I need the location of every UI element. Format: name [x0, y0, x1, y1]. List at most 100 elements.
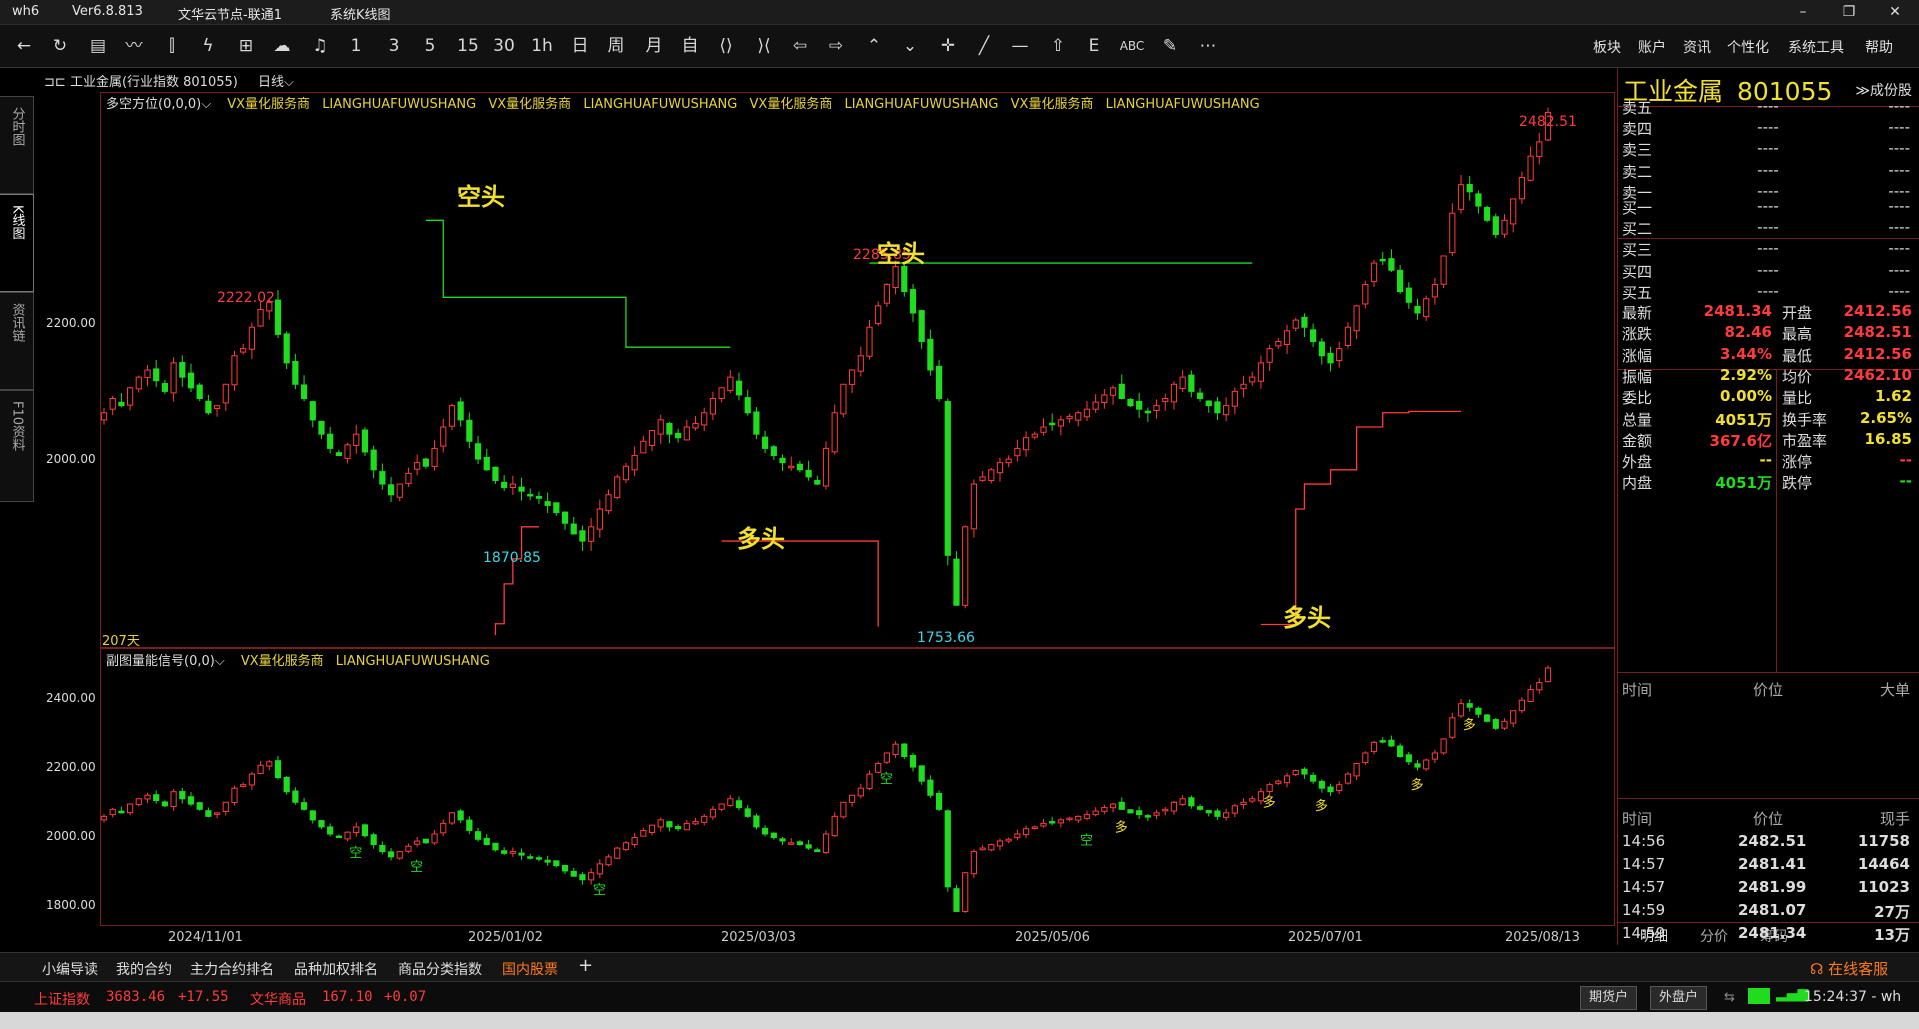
main-candle[interactable] [692, 416, 699, 431]
sub-candle[interactable] [657, 817, 664, 832]
sub-candle[interactable] [1240, 798, 1247, 809]
main-candle[interactable] [309, 400, 316, 428]
sub-candle[interactable] [300, 797, 308, 811]
sub-candle[interactable] [457, 808, 464, 824]
sub-candle[interactable] [727, 795, 734, 807]
sub-candle[interactable] [509, 847, 516, 857]
sub-candle[interactable] [1118, 797, 1125, 810]
main-candle[interactable] [170, 357, 177, 402]
sub-candle[interactable] [335, 834, 342, 839]
main-candle[interactable] [1397, 264, 1404, 294]
sub-candle[interactable] [1379, 736, 1386, 744]
main-candle[interactable] [935, 360, 943, 402]
sub-candle[interactable] [318, 820, 325, 830]
sub-candle[interactable] [1005, 837, 1012, 844]
sub-candle[interactable] [848, 794, 856, 807]
sub-candle[interactable] [492, 842, 499, 852]
sub-candle[interactable] [944, 809, 951, 892]
sub-candle[interactable] [1466, 699, 1473, 712]
sub-candle[interactable] [1353, 762, 1360, 781]
main-candle[interactable] [153, 360, 160, 388]
sub-candle[interactable] [979, 845, 986, 851]
sub-candle[interactable] [614, 846, 621, 860]
main-candle[interactable] [979, 471, 986, 482]
sub-candle[interactable] [1318, 779, 1325, 793]
sub-candle[interactable] [561, 864, 569, 875]
restore-button[interactable]: ❐ [1826, 0, 1872, 24]
sub-candle[interactable] [683, 819, 690, 831]
main-candle[interactable] [1431, 277, 1439, 305]
sub-candle[interactable] [1109, 802, 1117, 813]
sub-candle[interactable] [1527, 684, 1534, 703]
main-candle[interactable] [605, 489, 612, 515]
sub-candle[interactable] [1431, 749, 1439, 764]
main-candle[interactable] [1527, 146, 1534, 182]
sub-candle[interactable] [283, 776, 290, 795]
main-candle[interactable] [292, 353, 299, 390]
main-candle[interactable] [1379, 251, 1386, 265]
main-candle[interactable] [1466, 175, 1473, 201]
sub-candle[interactable] [927, 775, 934, 799]
sub-candle[interactable] [1144, 813, 1151, 821]
sub-candle[interactable] [935, 790, 943, 811]
sub-candle[interactable] [1344, 771, 1352, 785]
main-candle[interactable] [1144, 407, 1151, 422]
main-candle[interactable] [840, 383, 847, 418]
tab-editor-guide[interactable]: 小编导读 [42, 959, 98, 979]
main-candle[interactable] [848, 369, 856, 394]
main-candle[interactable] [405, 467, 412, 487]
main-candle[interactable] [675, 428, 682, 443]
sub-candle[interactable] [1014, 829, 1021, 841]
tab-my-contracts[interactable]: 我的合约 [116, 959, 172, 979]
sub-candle[interactable] [1457, 698, 1465, 719]
main-candle[interactable] [370, 445, 377, 479]
sub-candle[interactable] [466, 816, 473, 834]
sub-candle[interactable] [831, 812, 838, 838]
main-candle[interactable] [1292, 317, 1299, 332]
main-candle[interactable] [1223, 397, 1230, 422]
main-candle[interactable] [1318, 338, 1325, 365]
online-service[interactable]: ☊ 在线客服 [1810, 958, 1888, 979]
main-candle[interactable] [1240, 375, 1247, 398]
main-candle[interactable] [1127, 398, 1134, 408]
main-candle[interactable] [1257, 355, 1265, 389]
sub-candle[interactable] [622, 841, 630, 852]
sub-candle[interactable] [822, 830, 830, 855]
main-candle[interactable] [240, 344, 247, 355]
main-candle[interactable] [648, 429, 656, 452]
main-candle[interactable] [509, 475, 516, 495]
sub-candle[interactable] [648, 824, 656, 836]
kline-canvas[interactable]: 空空空空空多多 多多多 [0, 0, 1617, 945]
main-candle[interactable] [274, 290, 282, 338]
main-candle[interactable] [335, 449, 342, 457]
sub-candle[interactable] [109, 808, 116, 818]
main-candle[interactable] [187, 363, 195, 393]
sub-candle[interactable] [327, 823, 334, 837]
main-candle[interactable] [1057, 415, 1064, 436]
main-candle[interactable] [1118, 374, 1125, 400]
sub-candle[interactable] [553, 860, 560, 868]
sub-candle[interactable] [753, 813, 760, 830]
sub-candle[interactable] [187, 792, 195, 807]
sub-candle[interactable] [1440, 738, 1447, 755]
main-candle[interactable] [883, 283, 890, 307]
main-candle[interactable] [1405, 282, 1412, 309]
sub-candle[interactable] [1501, 718, 1508, 731]
sub-candle[interactable] [231, 785, 238, 806]
main-candle[interactable] [527, 488, 534, 501]
sub-candle[interactable] [1223, 808, 1230, 821]
main-candle[interactable] [814, 475, 821, 486]
main-candle[interactable] [318, 420, 325, 439]
sub-candle[interactable] [1449, 712, 1456, 739]
main-candle[interactable] [796, 460, 804, 473]
main-candle[interactable] [1049, 413, 1056, 431]
main-candle[interactable] [753, 406, 760, 440]
sub-candle[interactable] [1170, 800, 1178, 815]
sub-candle[interactable] [1475, 706, 1482, 718]
sub-candle[interactable] [996, 838, 1004, 851]
main-candle[interactable] [1231, 387, 1238, 415]
sub-candle[interactable] [474, 827, 482, 842]
main-candle[interactable] [1179, 369, 1186, 393]
sub-candle[interactable] [309, 810, 316, 824]
main-candle[interactable] [901, 264, 908, 297]
